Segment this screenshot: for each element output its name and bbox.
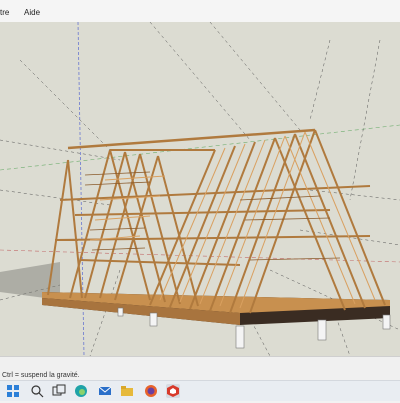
mail-icon[interactable] xyxy=(98,384,112,398)
model-viewport[interactable] xyxy=(0,22,400,356)
status-bar: Ctrl = suspend la gravité. xyxy=(0,356,400,381)
status-hint: Ctrl = suspend la gravité. xyxy=(2,372,80,379)
menu-item-aide[interactable]: Aide xyxy=(24,8,40,17)
menu-bar: tre Aide xyxy=(0,0,400,22)
firefox-icon[interactable] xyxy=(144,384,158,398)
file-explorer-icon[interactable] xyxy=(120,384,134,398)
task-view-icon[interactable] xyxy=(52,384,66,398)
edge-icon[interactable] xyxy=(74,384,88,398)
taskbar xyxy=(0,380,400,401)
menu-item-fenetre[interactable]: tre xyxy=(0,8,9,17)
search-icon[interactable] xyxy=(30,384,44,398)
windows-start-icon[interactable] xyxy=(6,384,20,398)
sketchup-icon[interactable] xyxy=(166,384,180,398)
